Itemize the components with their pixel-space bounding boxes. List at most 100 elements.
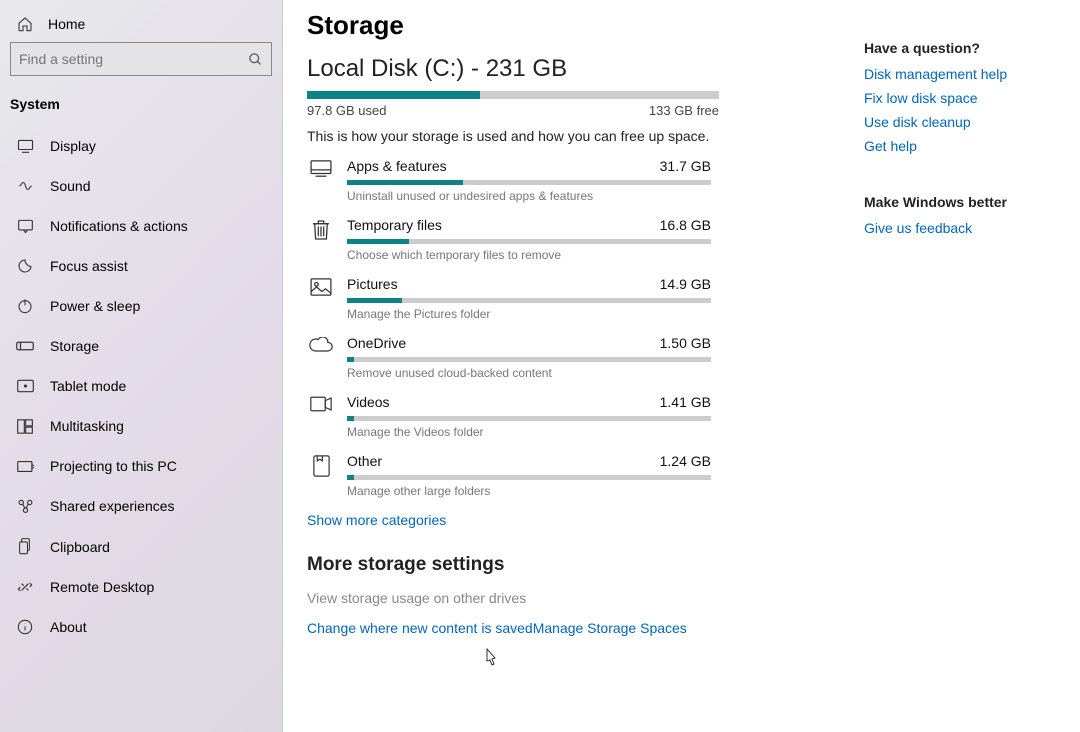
category-desc: Manage other large folders — [347, 484, 711, 498]
nav-icon — [16, 459, 34, 474]
nav-icon — [16, 219, 34, 234]
nav-icon — [16, 379, 34, 393]
storage-body-text: This is how your storage is used and how… — [307, 128, 850, 144]
sidebar-item-sound[interactable]: Sound — [0, 166, 282, 206]
category-icon — [307, 335, 335, 353]
category-icon — [307, 276, 335, 296]
nav-icon — [16, 538, 34, 555]
nav-label: Remote Desktop — [50, 579, 154, 595]
category-desc: Choose which temporary files to remove — [347, 248, 711, 262]
nav-label: Sound — [50, 178, 90, 194]
sidebar-item-focus-assist[interactable]: Focus assist — [0, 246, 282, 286]
help-link-use-disk-cleanup[interactable]: Use disk cleanup — [864, 114, 1060, 130]
nav-label: Notifications & actions — [50, 218, 188, 234]
section-system: System — [0, 92, 282, 126]
disk-usage-bar — [307, 91, 719, 99]
category-label: Temporary files — [347, 217, 442, 233]
category-bar — [347, 416, 711, 421]
category-pictures[interactable]: Pictures14.9 GBManage the Pictures folde… — [307, 276, 850, 321]
category-label: OneDrive — [347, 335, 406, 351]
nav-label: Projecting to this PC — [50, 458, 177, 474]
category-label: Other — [347, 453, 382, 469]
nav-label: Multitasking — [50, 418, 124, 434]
page-title: Storage — [307, 10, 850, 41]
help-link-disk-management-help[interactable]: Disk management help — [864, 66, 1060, 82]
category-label: Videos — [347, 394, 390, 410]
more-change-where-new-content-is-saved[interactable]: Change where new content is saved — [307, 620, 533, 636]
more-manage-storage-spaces[interactable]: Manage Storage Spaces — [533, 620, 687, 636]
category-bar — [347, 239, 711, 244]
category-temporary-files[interactable]: Temporary files 16.8 GB Choose which tempo… — [307, 217, 850, 262]
category-bar — [347, 180, 711, 185]
home-icon — [16, 16, 34, 32]
sidebar-item-shared-experiences[interactable]: Shared experiences — [0, 486, 282, 526]
category-desc: Uninstall unused or undesired apps & fea… — [347, 189, 711, 203]
sidebar-item-display[interactable]: Display — [0, 126, 282, 166]
category-size: 1.50 GB — [660, 335, 711, 351]
sidebar-item-notifications-actions[interactable]: Notifications & actions — [0, 206, 282, 246]
category-onedrive[interactable]: OneDrive 1.50 GB Remove unused cloud-backe… — [307, 335, 850, 380]
nav-label: Display — [50, 138, 96, 154]
more-storage-heading: More storage settings — [307, 554, 850, 576]
category-apps-features[interactable]: Apps & features 31.7 GB Uninstall unused o… — [307, 158, 850, 203]
category-desc: Remove unused cloud-backed content — [347, 366, 711, 380]
sidebar-item-multitasking[interactable]: Multitasking — [0, 406, 282, 446]
nav-icon — [16, 498, 34, 514]
sidebar-item-about[interactable]: About — [0, 607, 282, 647]
nav-label: Tablet mode — [50, 378, 126, 394]
category-icon — [307, 453, 335, 477]
nav-icon — [16, 419, 34, 434]
category-videos[interactable]: Videos 1.41 GB Manage the Videos folder — [307, 394, 850, 439]
category-bar — [347, 298, 711, 303]
sidebar-item-power-sleep[interactable]: Power & sleep — [0, 286, 282, 326]
nav-icon — [16, 258, 34, 274]
nav-label: About — [50, 619, 87, 635]
nav-icon — [16, 341, 34, 351]
category-bar — [347, 357, 711, 362]
nav-icon — [16, 179, 34, 193]
sidebar-item-clipboard[interactable]: Clipboard — [0, 526, 282, 567]
category-label: Apps & features — [347, 158, 447, 174]
disk-used-label: 97.8 GB used — [307, 103, 387, 118]
category-size: 31.7 GB — [660, 158, 711, 174]
category-size: 16.8 GB — [660, 217, 711, 233]
sidebar-item-tablet-mode[interactable]: Tablet mode — [0, 366, 282, 406]
nav-icon — [16, 619, 34, 635]
category-bar — [347, 475, 711, 480]
home-label: Home — [48, 16, 85, 32]
category-icon — [307, 158, 335, 178]
category-icon — [307, 217, 335, 241]
nav-label: Focus assist — [50, 258, 128, 274]
disk-title: Local Disk (C:) - 231 GB — [307, 55, 850, 83]
home-nav[interactable]: Home — [0, 10, 282, 42]
category-size: 1.41 GB — [660, 394, 711, 410]
nav-label: Power & sleep — [50, 298, 140, 314]
have-question-heading: Have a question? — [864, 40, 1060, 56]
search-box[interactable] — [10, 42, 272, 76]
nav-label: Shared experiences — [50, 498, 175, 514]
nav-icon — [16, 298, 34, 314]
sidebar-item-projecting-to-this-pc[interactable]: Projecting to this PC — [0, 446, 282, 486]
category-desc: Manage the Videos folder — [347, 425, 711, 439]
nav-label: Storage — [50, 338, 99, 354]
category-icon — [307, 394, 335, 412]
sidebar-item-remote-desktop[interactable]: Remote Desktop — [0, 567, 282, 607]
help-link-get-help[interactable]: Get help — [864, 138, 1060, 154]
feedback-link[interactable]: Give us feedback — [864, 220, 1060, 236]
category-other[interactable]: Other 1.24 GB Manage other large folders — [307, 453, 850, 498]
category-size: 14.9 GB — [660, 276, 711, 292]
nav-label: Clipboard — [50, 539, 110, 555]
sidebar-item-storage[interactable]: Storage — [0, 326, 282, 366]
show-more-categories-link[interactable]: Show more categories — [307, 512, 446, 528]
search-icon — [248, 52, 263, 67]
nav-icon — [16, 139, 34, 153]
search-input[interactable] — [19, 51, 248, 67]
category-size: 1.24 GB — [660, 453, 711, 469]
help-link-fix-low-disk-space[interactable]: Fix low disk space — [864, 90, 1060, 106]
make-better-heading: Make Windows better — [864, 194, 1060, 210]
settings-sidebar: Home System Display Sound Notifications & … — [0, 0, 283, 732]
more-view-storage-usage-on-other-drives[interactable]: View storage usage on other drives — [307, 590, 850, 606]
nav-icon — [16, 579, 34, 595]
disk-free-label: 133 GB free — [649, 103, 719, 118]
category-desc: Manage the Pictures folder — [347, 307, 711, 321]
